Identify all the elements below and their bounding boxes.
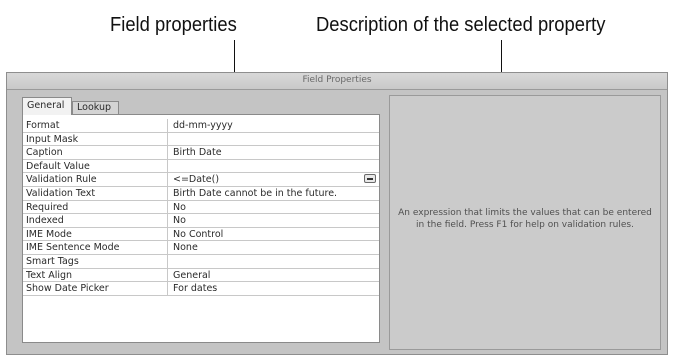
property-row-validation-rule[interactable]: Validation Rule <=Date() [23, 173, 379, 187]
field-properties-callout: Field properties [110, 14, 237, 36]
property-name: Input Mask [26, 133, 79, 145]
validation-rule-text: <=Date() [173, 174, 220, 186]
property-row-indexed[interactable]: Indexed No [23, 214, 379, 228]
property-value[interactable]: Birth Date cannot be in the future. [167, 186, 379, 200]
property-row-caption[interactable]: Caption Birth Date [23, 146, 379, 160]
property-value[interactable]: No [167, 200, 379, 214]
tab-general[interactable]: General [22, 97, 72, 115]
property-value[interactable]: <=Date() [167, 173, 379, 186]
property-grid: Format dd-mm-yyyy Input Mask Caption Bir… [22, 114, 380, 343]
property-value[interactable]: General [167, 268, 379, 282]
property-value[interactable]: For dates [167, 282, 379, 295]
property-value[interactable]: dd-mm-yyyy [167, 119, 379, 132]
property-name: Default Value [26, 160, 90, 172]
property-row-default-value[interactable]: Default Value [23, 159, 379, 174]
property-name: Text Align [26, 269, 73, 281]
property-name: Required [26, 201, 69, 213]
property-name: Smart Tags [26, 255, 79, 267]
property-row-ime-sentence-mode[interactable]: IME Sentence Mode None [23, 241, 379, 255]
property-name: Indexed [26, 215, 64, 227]
property-row-show-date-picker[interactable]: Show Date Picker For dates [23, 282, 379, 296]
tab-lookup[interactable]: Lookup [72, 101, 119, 115]
panel-title: Field Properties [7, 73, 667, 90]
property-value[interactable]: No Control [167, 227, 379, 241]
property-value[interactable]: Birth Date [167, 146, 379, 159]
property-description-pane: An expression that limits the values tha… [389, 95, 661, 350]
property-row-text-align[interactable]: Text Align General [23, 268, 379, 283]
property-value[interactable] [167, 132, 379, 146]
property-value[interactable]: None [167, 241, 379, 254]
property-name: Validation Text [26, 187, 96, 199]
description-callout: Description of the selected property [316, 14, 606, 36]
property-name: Validation Rule [26, 174, 97, 186]
property-row-format[interactable]: Format dd-mm-yyyy [23, 119, 379, 133]
ellipsis-builder-icon[interactable] [364, 174, 376, 184]
property-value[interactable] [167, 159, 379, 173]
property-row-validation-text[interactable]: Validation Text Birth Date cannot be in … [23, 186, 379, 201]
property-row-input-mask[interactable]: Input Mask [23, 132, 379, 147]
property-value[interactable]: No [167, 214, 379, 227]
property-name: Show Date Picker [26, 283, 109, 295]
property-row-smart-tags[interactable]: Smart Tags [23, 254, 379, 269]
property-name: Format [26, 120, 60, 131]
property-name: Caption [26, 147, 63, 159]
property-value[interactable] [167, 254, 379, 268]
property-row-ime-mode[interactable]: IME Mode No Control [23, 227, 379, 242]
property-name: IME Mode [26, 228, 72, 240]
tabs-area: General Lookup Format dd-mm-yyyy Input M… [16, 95, 386, 350]
property-description-text: An expression that limits the values tha… [398, 208, 652, 230]
property-row-required[interactable]: Required No [23, 200, 379, 215]
property-name: IME Sentence Mode [26, 242, 120, 254]
field-properties-panel: Field Properties General Lookup Format d… [6, 72, 668, 355]
